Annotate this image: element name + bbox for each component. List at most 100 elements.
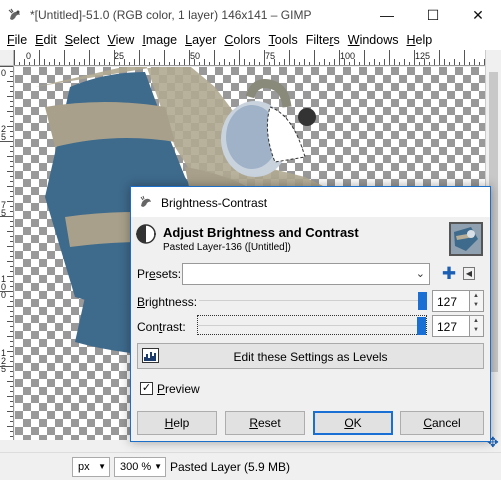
menubar: File Edit Select View Image Layer Colors… [0, 30, 501, 50]
ruler-tick [204, 59, 205, 65]
brightness-slider-handle[interactable] [418, 292, 427, 310]
ruler-tick [419, 62, 420, 65]
ruler-tick [319, 62, 320, 65]
menu-file[interactable]: File [7, 30, 34, 50]
menu-help[interactable]: Help [406, 30, 439, 50]
ruler-tick [99, 62, 100, 65]
menu-select[interactable]: Select [65, 30, 107, 50]
menu-image[interactable]: Image [142, 30, 184, 50]
ruler-tick [404, 59, 405, 65]
ruler-tick [194, 59, 195, 65]
preview-label[interactable]: Preview [157, 382, 200, 396]
ruler-tick [10, 421, 13, 422]
menu-filters[interactable]: Filters [306, 30, 347, 50]
ruler-tick [244, 59, 245, 65]
ruler-tick [10, 106, 13, 107]
ruler-tick [49, 62, 50, 65]
presets-combo[interactable]: ⌄ [182, 263, 430, 285]
cancel-button[interactable]: Cancel [400, 411, 484, 435]
ruler-tick [7, 231, 13, 232]
chevron-down-icon: ▼ [154, 462, 162, 471]
close-button[interactable]: ✕ [455, 0, 501, 30]
unit-select[interactable]: px ▼ [72, 457, 110, 477]
add-preset-icon[interactable]: ✚ [440, 264, 458, 284]
ruler-tick [254, 59, 255, 65]
contrast-spin-input[interactable]: 127 [432, 315, 470, 337]
preview-checkbox[interactable]: ✓ [140, 382, 153, 395]
ruler-tick [10, 241, 13, 242]
ruler-tick [269, 62, 270, 65]
menu-windows[interactable]: Windows [348, 30, 406, 50]
ruler-tick [10, 416, 13, 417]
chevron-down-icon: ⌄ [415, 268, 425, 280]
ruler-tick [0, 141, 13, 142]
contrast-slider[interactable] [197, 315, 427, 335]
zoom-select[interactable]: 300 % ▼ [114, 457, 166, 477]
help-button[interactable]: Help [137, 411, 217, 435]
ruler-tick [10, 131, 13, 132]
menu-edit[interactable]: Edit [35, 30, 64, 50]
dialog-titlebar: Brightness-Contrast [131, 187, 490, 217]
ruler-tick [94, 59, 95, 65]
ruler-tick [164, 50, 165, 65]
ruler-tick [374, 59, 375, 65]
brightness-spin-input[interactable]: 127 [432, 290, 470, 312]
maximize-button[interactable]: ☐ [410, 0, 456, 30]
ruler-tick [10, 286, 13, 287]
ruler-tick [79, 62, 80, 65]
contrast-slider-handle[interactable] [417, 317, 426, 335]
ruler-tick [10, 161, 13, 162]
spin-up-icon[interactable]: ▲ [473, 293, 479, 299]
ruler-tick [10, 91, 13, 92]
ruler-tick [179, 62, 180, 65]
quick-mask-toggle[interactable] [0, 50, 14, 66]
spin-up-icon[interactable]: ▲ [473, 318, 479, 324]
ruler-tick [334, 59, 335, 65]
chevron-down-icon: ▼ [98, 462, 106, 471]
brightness-slider[interactable] [199, 291, 427, 311]
ruler-tick [114, 50, 115, 65]
menu-view[interactable]: View [107, 30, 141, 50]
ruler-tick [444, 59, 445, 65]
menu-colors[interactable]: Colors [224, 30, 267, 50]
ruler-tick [149, 62, 150, 65]
menu-layer[interactable]: Layer [185, 30, 223, 50]
ruler-tick [10, 206, 13, 207]
ruler-tick [10, 191, 13, 192]
ruler-tick [10, 86, 13, 87]
ruler-tick [59, 62, 60, 65]
ruler-tick [209, 62, 210, 65]
contrast-spin-buttons[interactable]: ▲ ▼ [469, 315, 484, 337]
edit-as-levels-button[interactable]: Edit these Settings as Levels [137, 343, 484, 369]
ruler-tick [10, 391, 13, 392]
ruler-tick [10, 266, 13, 267]
ruler-tick [10, 271, 13, 272]
ruler-tick [10, 121, 13, 122]
ruler-tick [154, 59, 155, 65]
ruler-tick [7, 171, 13, 172]
vertical-ruler[interactable]: 0 2 5 7 5 1 0 0 1 2 5 [0, 66, 14, 440]
ruler-tick [324, 59, 325, 65]
horizontal-ruler[interactable]: 0 25 50 75 100 125 [14, 50, 485, 66]
ruler-tick [229, 62, 230, 65]
brightness-spin-buttons[interactable]: ▲ ▼ [469, 290, 484, 312]
spin-down-icon[interactable]: ▼ [473, 327, 479, 333]
layer-thumbnail [449, 222, 483, 256]
ruler-tick [39, 50, 40, 65]
brightness-contrast-icon [136, 224, 156, 244]
reset-button[interactable]: Reset [225, 411, 305, 435]
ruler-tick [0, 66, 13, 67]
ruler-tick [469, 62, 470, 65]
preset-menu-icon[interactable]: ◀ [463, 267, 475, 280]
ruler-tick [7, 426, 13, 427]
ok-button[interactable]: OK [313, 411, 393, 435]
menu-tools[interactable]: Tools [269, 30, 305, 50]
ruler-tick [7, 276, 13, 277]
ruler-tick [7, 396, 13, 397]
spin-down-icon[interactable]: ▼ [473, 302, 479, 308]
minimize-button[interactable]: — [364, 0, 410, 30]
ruler-tick [44, 59, 45, 65]
contrast-label: Contrast: [137, 320, 186, 334]
ruler-tick [10, 311, 13, 312]
ruler-tick [399, 62, 400, 65]
